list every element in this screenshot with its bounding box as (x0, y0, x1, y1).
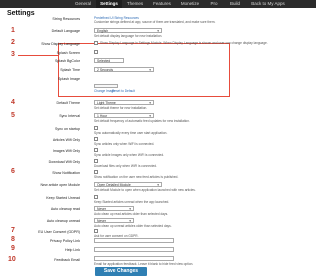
new-article-open-module-help: Set default Module to open when applicat… (94, 188, 196, 192)
images-wifi-only-checkbox[interactable] (94, 148, 98, 152)
default-language-label: Default Language (51, 29, 80, 33)
new-article-open-module-select[interactable]: Open Detailed Module (94, 182, 162, 187)
sync-on-startup-help: Sync automatically every time user start… (94, 131, 168, 135)
auto-cleanup-read-select[interactable]: Never (94, 206, 134, 211)
splash-image-label: Splash Image (58, 77, 80, 81)
splash-time-select[interactable]: 2 Seconds (94, 67, 154, 72)
images-wifi-only-help: Sync article Images only when WiFi is co… (94, 153, 164, 157)
feedback-email-input[interactable] (94, 256, 174, 261)
eu-user-consent-label: EU User Consent (GDPR) (38, 230, 80, 234)
default-theme-help: Set default theme for new installation. (94, 106, 148, 110)
auto-cleanup-unread-select[interactable]: Never (94, 218, 134, 223)
splash-image-reset-link[interactable]: Reset to Default (112, 89, 135, 93)
show-display-language-checkbox[interactable] (94, 41, 98, 45)
splash-bgcolor-label: Splash BgColor (55, 59, 80, 63)
tab-build[interactable]: Build (224, 0, 246, 8)
splash-screen-label: Splash Screen (56, 51, 80, 55)
articles-wifi-only-help: Sync articles only when WiFi is connecte… (94, 142, 155, 146)
show-notification-help: Show notification on the user new feed a… (94, 175, 179, 179)
help-link-input[interactable] (94, 247, 174, 252)
auto-cleanup-unread-help: Auto clean up unread articles older than… (94, 224, 172, 228)
feedback-email-help: Email for application feedback. Leave it… (94, 262, 194, 266)
sync-interval-help: Set default frequency of automatic feed … (94, 119, 190, 123)
articles-wifi-only-checkbox[interactable] (94, 137, 98, 141)
tab-back-to-my-apps[interactable]: Back to My Apps (246, 0, 290, 8)
splash-time-label: Splash Time (60, 68, 80, 72)
privacy-policy-link-label: Privacy Policy Link (50, 239, 80, 243)
default-theme-select[interactable]: Light Theme (94, 100, 154, 105)
download-wifi-only-label: Download Wifi Only (48, 160, 80, 164)
sync-on-startup-label: Sync on startup (55, 127, 80, 131)
help-link-label: Help Link (65, 248, 80, 252)
save-changes-button[interactable]: Save Changes (95, 267, 147, 276)
auto-cleanup-read-label: Auto cleanup read (50, 207, 80, 211)
string-resources-help: Customize strings defined at app, source… (94, 20, 216, 24)
splash-screen-checkbox[interactable] (94, 50, 98, 54)
eu-user-consent-checkbox[interactable] (94, 229, 98, 233)
tab-features[interactable]: Features (148, 0, 176, 8)
keep-started-unread-checkbox[interactable] (94, 195, 98, 199)
download-wifi-only-help: Download files only when WiFi is connect… (94, 164, 157, 168)
default-language-help: Set default display language for new ins… (94, 34, 163, 38)
sync-interval-label: Sync Interval (59, 114, 80, 118)
sync-interval-select[interactable]: 1 Hour (94, 113, 154, 118)
show-display-language-label: Show Display Language (41, 42, 80, 46)
annotation-pointer-line (18, 55, 58, 56)
tab-monetize[interactable]: Monetize (176, 0, 204, 8)
tab-general[interactable]: General (70, 0, 96, 8)
page-title: Settings (7, 10, 35, 17)
articles-wifi-only-label: Articles Wifi Only (52, 138, 80, 142)
new-article-open-module-label: New article open Module (40, 183, 80, 187)
privacy-policy-link-input[interactable] (94, 238, 174, 243)
sync-on-startup-checkbox[interactable] (94, 126, 98, 130)
show-notification-checkbox[interactable] (94, 170, 98, 174)
download-wifi-only-checkbox[interactable] (94, 159, 98, 163)
default-theme-label: Default Theme (56, 101, 80, 105)
tab-themes[interactable]: Themes (122, 0, 148, 8)
tab-pro[interactable]: Pro (204, 0, 224, 8)
feedback-email-label: Feedback Email (54, 258, 80, 262)
images-wifi-only-label: Images Wifi Only (52, 149, 80, 153)
keep-started-unread-label: Keep Started Unread (46, 196, 80, 200)
keep-started-unread-help: Keep Started articles unread when the ap… (94, 200, 170, 204)
default-language-select[interactable]: English (94, 28, 162, 33)
tab-settings[interactable]: Settings (96, 0, 122, 8)
auto-cleanup-unread-label: Auto cleanup unread (46, 219, 80, 223)
auto-cleanup-read-help: Auto clean up read articles older than s… (94, 212, 169, 216)
splash-bgcolor-input[interactable]: Selected (94, 58, 124, 63)
string-resources-label: String Resources (52, 17, 80, 21)
show-display-language-help: Show Display Language in Settings Module… (100, 41, 268, 45)
show-notification-label: Show Notification (52, 171, 80, 175)
splash-image-preview (94, 84, 118, 88)
